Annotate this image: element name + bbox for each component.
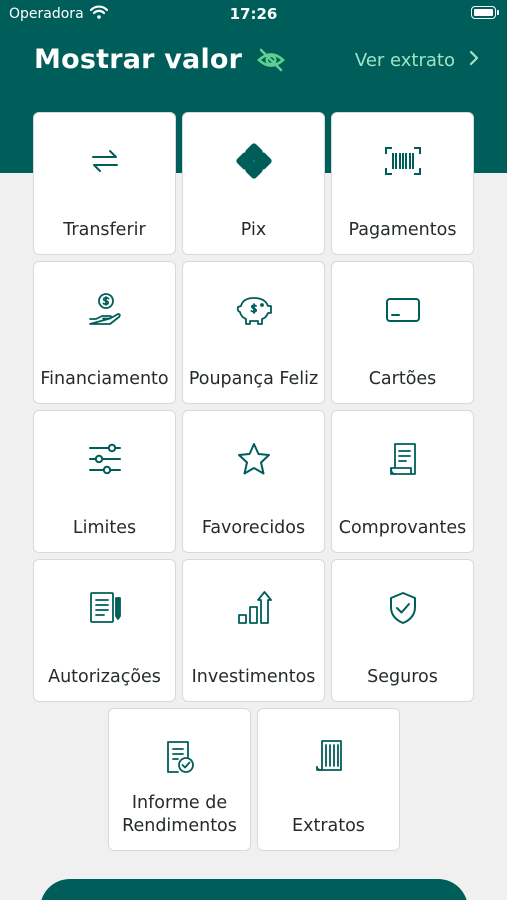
tile-financiamento[interactable]: Financiamento <box>33 261 176 404</box>
tile-comprovantes[interactable]: Comprovantes <box>331 410 474 553</box>
tile-seguros[interactable]: Seguros <box>331 559 474 702</box>
tile-limites[interactable]: Limites <box>33 410 176 553</box>
tile-label: Autorizações <box>48 667 161 687</box>
tile-label: Financiamento <box>40 369 169 389</box>
chevron-right-icon <box>469 50 479 71</box>
tile-label: Investimentos <box>191 667 316 687</box>
statement-icon <box>258 739 399 775</box>
sliders-icon <box>34 441 175 477</box>
balance-row: Mostrar valor <box>34 44 286 75</box>
credit-card-icon <box>332 292 473 328</box>
status-time: 17:26 <box>229 5 278 23</box>
tile-label: Poupança Feliz <box>188 369 319 389</box>
tile-label: Favorecidos <box>201 518 306 538</box>
tile-label: Extratos <box>292 816 365 836</box>
receipt-icon <box>332 441 473 477</box>
tile-cartoes[interactable]: Cartões <box>331 261 474 404</box>
bottom-action-button[interactable] <box>40 879 468 900</box>
tile-transferir[interactable]: Transferir <box>33 112 176 255</box>
piggy-bank-icon <box>183 292 324 328</box>
star-icon <box>183 441 324 477</box>
tile-autorizacoes[interactable]: Autorizações <box>33 559 176 702</box>
statement-link-label: Ver extrato <box>354 50 455 71</box>
tile-investimentos[interactable]: Investimentos <box>182 559 325 702</box>
barcode-icon <box>332 143 473 179</box>
hand-money-icon <box>34 292 175 328</box>
tile-poupanca[interactable]: Poupança Feliz <box>182 261 325 404</box>
pix-icon <box>183 143 324 179</box>
tile-label: Pagamentos <box>348 220 457 240</box>
tile-label: Informe de Rendimentos <box>122 793 237 836</box>
tile-label: Transferir <box>63 220 146 240</box>
tile-label: Cartões <box>368 369 437 389</box>
eye-slash-icon[interactable] <box>256 48 286 72</box>
tile-label: Seguros <box>367 667 438 687</box>
tile-pix[interactable]: Pix <box>182 112 325 255</box>
tile-label: Limites <box>72 518 137 538</box>
statement-link[interactable]: Ver extrato <box>355 50 479 71</box>
battery-icon <box>471 6 499 19</box>
shield-check-icon <box>332 590 473 626</box>
balance-title: Mostrar valor <box>34 44 243 75</box>
document-check-icon <box>109 739 250 775</box>
tile-label: Pix <box>240 220 267 240</box>
document-pen-icon <box>34 590 175 626</box>
tile-informe[interactable]: Informe de Rendimentos <box>108 708 251 851</box>
status-bar: Operadora 17:26 <box>0 0 507 28</box>
tile-pagamentos[interactable]: Pagamentos <box>331 112 474 255</box>
tile-favorecidos[interactable]: Favorecidos <box>182 410 325 553</box>
transfer-icon <box>34 143 175 179</box>
tile-label: Comprovantes <box>338 518 467 538</box>
tile-extratos[interactable]: Extratos <box>257 708 400 851</box>
growth-chart-icon <box>183 590 324 626</box>
